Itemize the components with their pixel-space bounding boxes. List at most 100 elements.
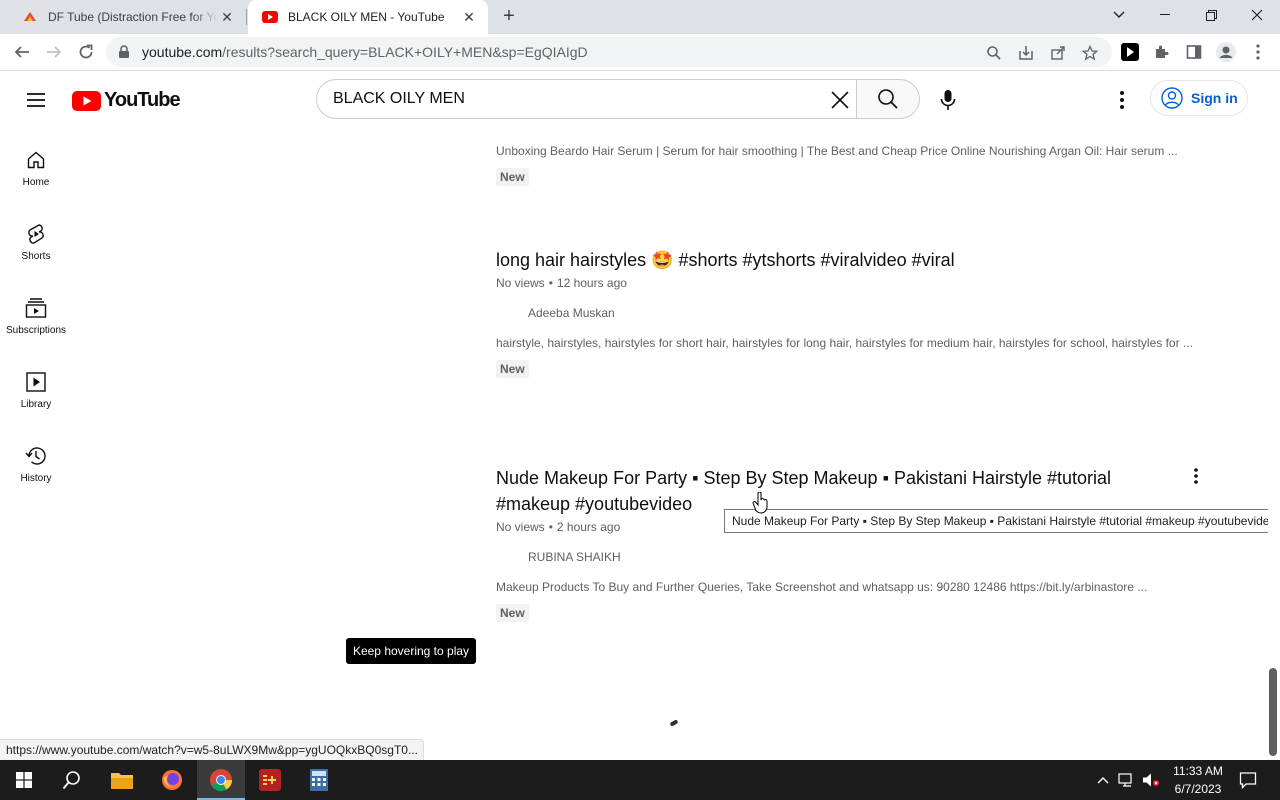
guide-item-label: Shorts (21, 251, 51, 262)
subscriptions-icon (24, 296, 48, 320)
close-window-button[interactable] (1234, 0, 1280, 30)
video-description: hairstyle, hairstyles, hairstyles for sh… (496, 336, 1193, 350)
guide-item-subscriptions[interactable]: Subscriptions (0, 276, 72, 350)
new-tab-button[interactable]: + (498, 6, 520, 28)
windows-start-icon[interactable] (0, 760, 48, 800)
df-tube-favicon-icon (22, 9, 38, 25)
close-tab-icon[interactable]: ✕ (460, 8, 478, 26)
youtube-logo[interactable]: YouTube (72, 89, 181, 112)
library-icon (24, 370, 48, 394)
guide-item-home[interactable]: Home (0, 128, 72, 202)
channel-name-link[interactable]: Adeeba Muskan (528, 306, 615, 320)
settings-kebab-icon[interactable] (1108, 86, 1136, 114)
voice-search-mic-icon[interactable] (928, 80, 968, 120)
sign-in-button[interactable]: Sign in (1150, 80, 1248, 116)
video-description: Makeup Products To Buy and Further Queri… (496, 580, 1148, 594)
firefox-icon[interactable] (148, 760, 196, 800)
extensions-puzzle-icon[interactable] (1151, 41, 1173, 63)
chrome-taskbar-icon[interactable] (197, 760, 245, 800)
restore-button[interactable] (1188, 0, 1234, 30)
youtube-masthead: YouTube BLACK OILY MEN Sign in (0, 72, 1268, 128)
file-explorer-icon[interactable] (98, 760, 146, 800)
page-scrollbar[interactable] (1268, 72, 1280, 760)
video-title-link[interactable]: long hair hairstyles 🤩 #shorts #ytshorts… (496, 247, 955, 273)
url-host: youtube.com (142, 44, 223, 60)
shorts-icon (24, 222, 48, 246)
taskbar-search-icon[interactable] (48, 760, 96, 800)
volume-muted-icon[interactable] (1140, 760, 1162, 800)
side-panel-icon[interactable] (1183, 41, 1205, 63)
show-hidden-icons-chevron-up-icon[interactable] (1094, 760, 1112, 800)
publish-age: 2 hours ago (556, 520, 621, 534)
tab-youtube[interactable]: BLACK OILY MEN - YouTube ✕ (248, 0, 488, 34)
history-icon (24, 444, 48, 468)
account-circle-icon (1161, 87, 1183, 109)
youtube-play-logo-icon (72, 90, 101, 111)
video-action-menu-icon[interactable] (1184, 464, 1208, 488)
clock-time: 11:33 AM (1173, 764, 1223, 778)
windows-taskbar: 11:33 AM 6/7/2023 (0, 760, 1280, 800)
channel-name-link[interactable]: RUBINA SHAIKH (528, 550, 621, 564)
address-bar[interactable]: youtube.com/results?search_query=BLACK+O… (106, 37, 1112, 67)
close-tab-icon[interactable]: ✕ (218, 8, 236, 26)
chrome-menu-kebab-icon[interactable] (1247, 41, 1269, 63)
view-count: No views (496, 520, 545, 534)
url-path: /results?search_query=BLACK+OILY+MEN&sp=… (222, 44, 588, 60)
search-query-text[interactable]: BLACK OILY MEN (333, 90, 465, 108)
guide-item-label: Subscriptions (5, 325, 67, 336)
guide-item-shorts[interactable]: Shorts (0, 202, 72, 276)
publish-age: 12 hours ago (556, 276, 627, 290)
bookmark-star-icon[interactable] (1080, 43, 1100, 63)
dev-cpp-icon[interactable] (246, 760, 294, 800)
guide-item-library[interactable]: Library (0, 350, 72, 424)
tab-title: BLACK OILY MEN - YouTube (288, 10, 445, 24)
lock-icon[interactable] (118, 45, 130, 64)
forward-arrow-icon[interactable] (41, 39, 67, 65)
network-icon[interactable] (1116, 760, 1138, 800)
install-app-icon[interactable] (1016, 43, 1036, 63)
youtube-logo-text: YouTube (104, 89, 181, 111)
search-icon (878, 89, 898, 109)
new-badge: New (496, 604, 529, 622)
df-tube-extension-icon[interactable] (1119, 41, 1141, 63)
title-tooltip: Nude Makeup For Party ▪ Step By Step Mak… (724, 509, 1280, 533)
video-metadata: No views • 2 hours ago (496, 520, 621, 534)
tab-separator (246, 9, 247, 25)
clear-search-icon[interactable] (826, 86, 854, 114)
video-title-line: Nude Makeup For Party ▪ Step By Step Mak… (496, 468, 1112, 488)
tab-search-chevron-down-icon[interactable] (1096, 0, 1142, 30)
video-description: Unboxing Beardo Hair Serum | Serum for h… (496, 144, 1178, 158)
minimize-button[interactable] (1142, 0, 1188, 30)
sign-in-label: Sign in (1191, 90, 1238, 106)
browser-toolbar: youtube.com/results?search_query=BLACK+O… (0, 34, 1280, 71)
scrollbar-thumb[interactable] (1269, 668, 1277, 756)
tab-title: DF Tube (Distraction Free for YouTube) (48, 10, 218, 24)
search-button[interactable] (856, 79, 920, 119)
link-status-bar: https://www.youtube.com/watch?v=w5-8uLWX… (0, 739, 424, 760)
share-icon[interactable] (1048, 43, 1068, 63)
new-badge: New (496, 360, 529, 378)
profile-avatar-icon[interactable] (1215, 41, 1237, 63)
taskbar-clock[interactable]: 11:33 AM 6/7/2023 (1168, 762, 1228, 798)
view-count: No views (496, 276, 545, 290)
back-arrow-icon[interactable] (9, 39, 35, 65)
guide-item-label: Library (20, 399, 52, 410)
keep-hovering-hint: Keep hovering to play (346, 638, 476, 664)
search-input[interactable]: BLACK OILY MEN (316, 79, 858, 119)
guide-item-history[interactable]: History (0, 424, 72, 498)
clock-date: 6/7/2023 (1174, 782, 1222, 796)
browser-tab-strip: DF Tube (Distraction Free for YouTube) ✕… (0, 0, 1280, 34)
search-icon[interactable] (984, 43, 1004, 63)
home-icon (24, 148, 48, 172)
notifications-icon[interactable] (1234, 760, 1262, 800)
loading-spinner (669, 719, 679, 727)
reload-icon[interactable] (73, 39, 99, 65)
hamburger-menu-icon[interactable] (24, 88, 48, 112)
guide-item-label: Home (22, 177, 50, 188)
calculator-icon[interactable] (295, 760, 343, 800)
new-badge: New (496, 168, 529, 186)
tab-df-tube[interactable]: DF Tube (Distraction Free for YouTube) ✕ (8, 0, 246, 34)
hand-cursor-icon (752, 492, 768, 514)
url-text: youtube.com/results?search_query=BLACK+O… (142, 44, 588, 60)
youtube-favicon-icon (262, 9, 278, 25)
